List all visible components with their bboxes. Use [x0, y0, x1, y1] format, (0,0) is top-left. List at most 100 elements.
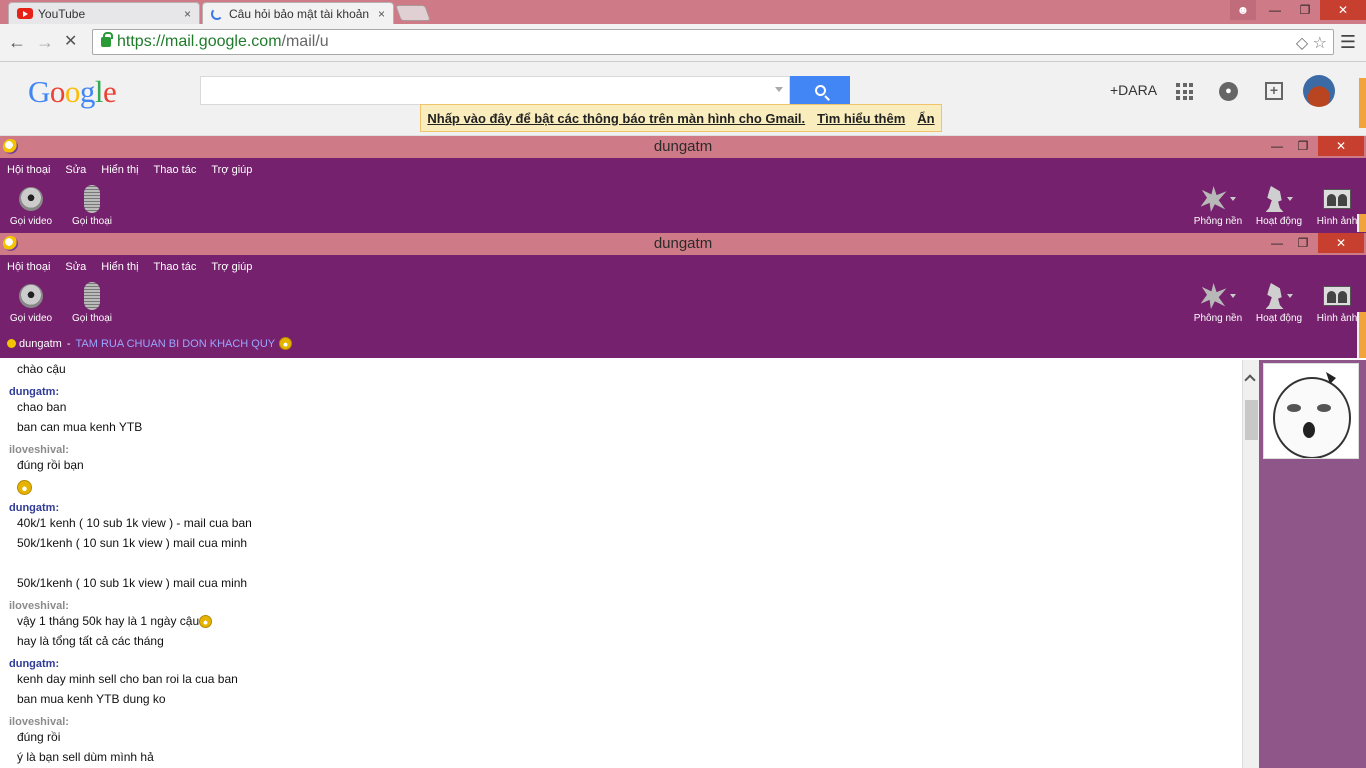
- background-label: Phông nền: [1193, 216, 1243, 227]
- bookmark-star-icon[interactable]: ◇ ☆: [1296, 33, 1327, 53]
- chat-message-text: chao ban: [17, 400, 67, 414]
- chat-message-line: vậy 1 tháng 50k hay là 1 ngày cậu: [17, 613, 213, 629]
- close-window-button[interactable]: ✕: [1320, 0, 1366, 20]
- user-profile-icon[interactable]: ☻: [1230, 0, 1256, 20]
- address-bar[interactable]: https://mail.google.com/mail/u ◇ ☆: [92, 29, 1334, 55]
- chevron-down-icon: [1286, 197, 1293, 201]
- enable-notifications-link[interactable]: Nhấp vào đây để bật các thông báo trên m…: [427, 111, 805, 126]
- chat-sender-name: dungatm:: [9, 386, 60, 398]
- minimize-button[interactable]: —: [1264, 136, 1290, 156]
- contact-name[interactable]: dungatm: [19, 338, 62, 350]
- scrollbar-thumb[interactable]: [1245, 400, 1258, 440]
- menu-edit[interactable]: Sửa: [65, 164, 86, 176]
- tab-security-question[interactable]: Câu hỏi bảo mật tài khoản ×: [202, 2, 394, 24]
- chat-message-text: vậy 1 tháng 50k hay là 1 ngày cậu: [17, 614, 200, 628]
- voice-call-button[interactable]: Gọi thoại: [62, 279, 122, 324]
- video-call-label: Gọi video: [9, 216, 53, 227]
- chat-message-line: đúng rồi: [17, 729, 60, 745]
- contact-status-line: dungatm - TAM RUA CHUAN BI DON KHACH QUY: [7, 337, 293, 350]
- status-separator: -: [66, 337, 71, 350]
- messenger-menu-bar: Hội thoại Sửa Hiển thị Thao tác Trợ giúp: [7, 164, 252, 176]
- chat-message-line: 40k/1 kenh ( 10 sub 1k view ) - mail cua…: [17, 515, 252, 531]
- stop-loading-icon[interactable]: ✕: [64, 33, 77, 51]
- lock-icon: [101, 32, 113, 47]
- activities-label: Hoạt động: [1255, 313, 1303, 324]
- tab-close-icon[interactable]: ×: [378, 7, 385, 21]
- background-leaf-icon: [1200, 186, 1227, 212]
- menu-conversation[interactable]: Hội thoại: [7, 261, 50, 273]
- chat-sender-name: iloveshival:: [9, 444, 69, 456]
- google-search-button[interactable]: [790, 76, 850, 105]
- avatar[interactable]: [1303, 75, 1335, 107]
- chat-sender-name: dungatm:: [9, 658, 60, 670]
- chat-emoticon-line: [17, 477, 32, 497]
- side-scrollbar-accent: [1357, 214, 1366, 232]
- tab-title: YouTube: [38, 6, 86, 21]
- close-window-button[interactable]: ✕: [1318, 136, 1364, 156]
- window-title: dungatm: [653, 235, 713, 252]
- chat-message-line: ban can mua kenh YTB: [17, 419, 142, 435]
- grin-emoticon-icon: [17, 480, 32, 496]
- buddy-display-image[interactable]: [1263, 363, 1359, 459]
- new-tab-button[interactable]: [395, 5, 431, 21]
- background-label: Phông nền: [1193, 313, 1243, 324]
- voice-call-button[interactable]: Gọi thoại: [62, 182, 122, 227]
- menu-edit[interactable]: Sửa: [65, 261, 86, 273]
- grin-emoticon-icon: [279, 337, 293, 350]
- voice-call-label: Gọi thoại: [71, 216, 113, 227]
- google-logo[interactable]: Google: [28, 74, 117, 110]
- restore-button[interactable]: ❐: [1290, 233, 1316, 253]
- menu-actions[interactable]: Thao tác: [154, 164, 197, 176]
- chat-message-text: hay là tổng tất cả các tháng: [17, 634, 164, 648]
- background-button[interactable]: Phông nền: [1188, 182, 1248, 227]
- activities-label: Hoạt động: [1255, 216, 1303, 227]
- video-call-button[interactable]: Gọi video: [1, 279, 61, 324]
- close-window-button[interactable]: ✕: [1318, 233, 1364, 253]
- browser-window-controls: ☻ — ❐ ✕: [1230, 0, 1366, 20]
- activities-button[interactable]: Hoạt động: [1249, 182, 1309, 227]
- youtube-icon: [17, 8, 33, 19]
- menu-actions[interactable]: Thao tác: [154, 261, 197, 273]
- chat-message-line: 50k/1kenh ( 10 sub 1k view ) mail cua mi…: [17, 575, 247, 591]
- hide-link[interactable]: Ẩn: [917, 111, 934, 126]
- learn-more-link[interactable]: Tìm hiểu thêm: [817, 111, 905, 126]
- chat-message-text: 40k/1 kenh ( 10 sub 1k view ) - mail cua…: [17, 516, 252, 530]
- minimize-button[interactable]: —: [1264, 233, 1290, 253]
- tab-youtube[interactable]: YouTube ×: [8, 2, 200, 24]
- chat-message-line: 50k/1kenh ( 10 sun 1k view ) mail cua mi…: [17, 535, 247, 551]
- photos-icon: [1323, 286, 1351, 306]
- chat-message-line: chào cậu: [17, 361, 66, 377]
- activities-button[interactable]: Hoạt động: [1249, 279, 1309, 324]
- chat-message-text: 50k/1kenh ( 10 sub 1k view ) mail cua mi…: [17, 576, 248, 590]
- messenger-title-bar: dungatm — ❐ ✕: [0, 233, 1366, 255]
- minimize-button[interactable]: —: [1260, 0, 1290, 20]
- back-arrow-icon[interactable]: ←: [8, 33, 26, 51]
- menu-conversation[interactable]: Hội thoại: [7, 164, 50, 176]
- webcam-icon: [19, 284, 43, 308]
- apps-grid-icon[interactable]: [1176, 83, 1193, 100]
- menu-view[interactable]: Hiển thị: [101, 261, 138, 273]
- forward-arrow-icon[interactable]: →: [36, 33, 54, 51]
- restore-button[interactable]: ❐: [1290, 0, 1320, 20]
- chat-sender-name: iloveshival:: [9, 600, 69, 612]
- tab-title: Câu hỏi bảo mật tài khoản: [229, 6, 370, 21]
- scroll-up-arrow-icon[interactable]: [1244, 374, 1256, 386]
- chat-message-line: chao ban: [17, 399, 66, 415]
- google-search-input[interactable]: [200, 76, 790, 105]
- notifications-bell-icon[interactable]: ●: [1219, 82, 1238, 101]
- chevron-down-icon: [1229, 197, 1236, 201]
- browser-menu-icon[interactable]: ☰: [1340, 32, 1356, 53]
- menu-view[interactable]: Hiển thị: [101, 164, 138, 176]
- tab-close-icon[interactable]: ×: [184, 7, 191, 21]
- user-plus-link[interactable]: +DARA: [1110, 82, 1157, 98]
- restore-button[interactable]: ❐: [1290, 136, 1316, 156]
- chat-message-line: ban mua kenh YTB dung ko: [17, 691, 166, 707]
- chess-knight-icon: [1265, 186, 1284, 212]
- menu-help[interactable]: Trợ giúp: [211, 261, 252, 273]
- menu-help[interactable]: Trợ giúp: [211, 164, 252, 176]
- chat-scrollbar[interactable]: [1242, 360, 1259, 768]
- share-plus-icon[interactable]: +: [1265, 82, 1283, 100]
- background-button[interactable]: Phông nền: [1188, 279, 1248, 324]
- dropdown-caret-icon[interactable]: [775, 87, 783, 92]
- video-call-button[interactable]: Gọi video: [1, 182, 61, 227]
